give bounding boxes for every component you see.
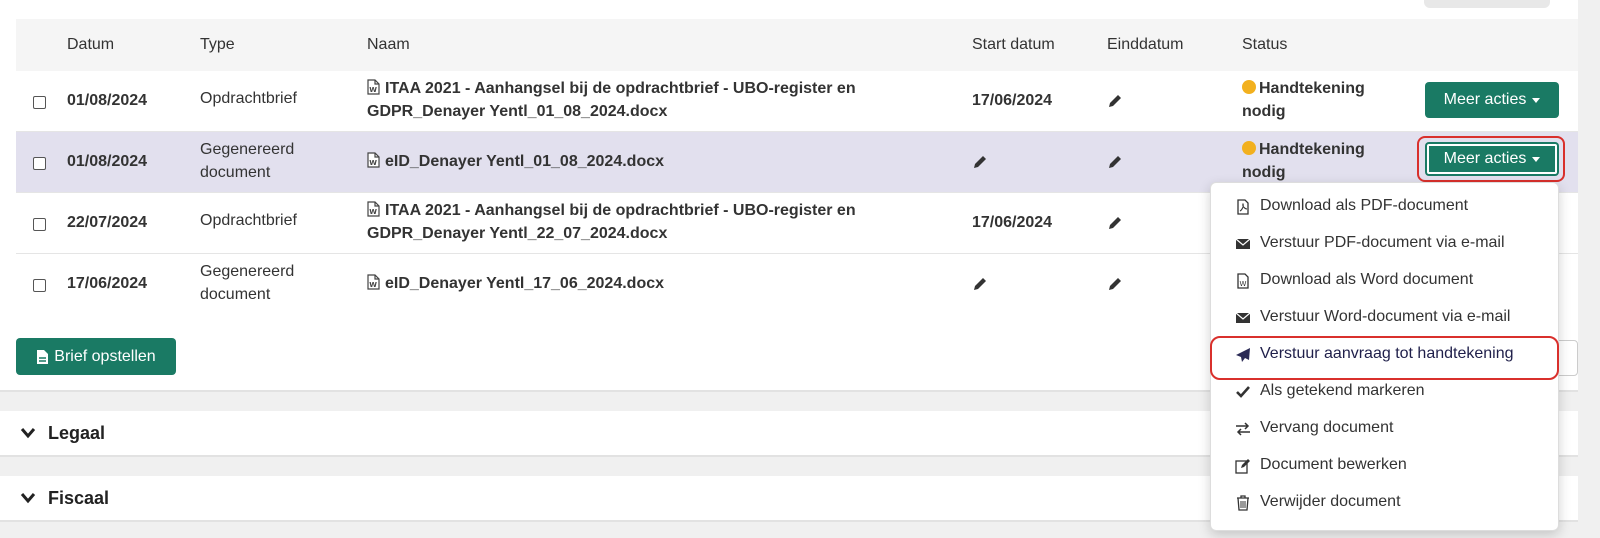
menu-item-download-pdf[interactable]: Download als PDF-document [1211, 189, 1558, 225]
envelope-icon [1235, 312, 1251, 323]
chevron-down-icon [20, 428, 36, 439]
row-type: Opdrachtbrief [200, 90, 297, 107]
menu-item-download-word[interactable]: W Download als Word document [1211, 263, 1558, 299]
table-row[interactable]: 01/08/2024 Opdrachtbrief W ITAA 2021 - Aa… [16, 71, 1578, 132]
row-datum: 22/07/2024 [67, 214, 148, 231]
menu-item-email-word[interactable]: Verstuur Word-document via e-mail [1211, 300, 1558, 336]
row-type: Gegenereerd document [200, 141, 295, 181]
word-file-icon: W [367, 79, 380, 95]
pdf-file-icon [1237, 199, 1249, 215]
row-naam[interactable]: W ITAA 2021 - Aanhangsel bij de opdrachtb… [367, 199, 947, 245]
header-datum[interactable]: Datum [67, 36, 114, 54]
check-icon [1236, 386, 1250, 398]
trash-icon [1237, 495, 1249, 511]
brief-opstellen-button[interactable]: Brief opstellen [16, 338, 176, 375]
row-checkbox[interactable] [33, 96, 46, 109]
menu-item-edit-document[interactable]: Document bewerken [1211, 448, 1558, 484]
row-type: Opdrachtbrief [200, 212, 297, 229]
menu-item-replace-document[interactable]: Vervang document [1211, 411, 1558, 447]
menu-item-email-pdf[interactable]: Verstuur PDF-document via e-mail [1211, 226, 1558, 262]
row-datum: 01/08/2024 [67, 153, 148, 170]
pencil-icon[interactable] [1107, 276, 1123, 292]
row-checkbox[interactable] [33, 157, 46, 170]
row-naam-line2: GDPR_Denayer Yentl_01_08_2024.docx [367, 103, 668, 120]
row-start-datum: 17/06/2024 [972, 92, 1053, 109]
row-naam[interactable]: W ITAA 2021 - Aanhangsel bij de opdrachtb… [367, 77, 947, 123]
top-button-fragment[interactable] [1424, 0, 1550, 8]
svg-text:W: W [369, 208, 377, 216]
caret-down-icon [1532, 97, 1541, 103]
row-datum: 01/08/2024 [67, 92, 148, 109]
meer-acties-button[interactable]: Meer acties [1425, 142, 1559, 176]
svg-text:W: W [1240, 280, 1247, 288]
meer-acties-button[interactable]: Meer acties [1425, 82, 1559, 118]
word-file-icon: W [367, 152, 380, 168]
chevron-down-icon [20, 493, 36, 504]
menu-item-delete-document[interactable]: Verwijder document [1211, 485, 1558, 521]
row-naam[interactable]: WeID_Denayer Yentl_01_08_2024.docx [367, 150, 664, 173]
row-naam-line1: ITAA 2021 - Aanhangsel bij de opdrachtbr… [385, 80, 856, 97]
header-einddatum[interactable]: Einddatum [1107, 36, 1184, 54]
row-datum: 17/06/2024 [67, 275, 148, 292]
pencil-icon[interactable] [972, 276, 988, 292]
row-checkbox[interactable] [33, 218, 46, 231]
file-icon [37, 349, 49, 364]
row-type: Gegenereerd document [200, 263, 295, 303]
status-badge: Handtekening nodig [1242, 141, 1365, 181]
status-dot-icon [1242, 80, 1256, 94]
row-checkbox[interactable] [33, 279, 46, 292]
header-status[interactable]: Status [1242, 36, 1287, 54]
pencil-icon[interactable] [1107, 154, 1123, 170]
status-dot-icon [1242, 141, 1256, 155]
section-title: Legaal [48, 423, 106, 443]
svg-text:W: W [369, 159, 377, 167]
word-file-icon: W [1237, 273, 1249, 289]
pencil-icon[interactable] [1107, 215, 1123, 231]
caret-down-icon [1532, 156, 1541, 162]
word-file-icon: W [367, 274, 380, 290]
annotation-highlight [1210, 336, 1559, 380]
edit-icon [1235, 459, 1250, 474]
row-naam[interactable]: WeID_Denayer Yentl_17_06_2024.docx [367, 272, 664, 295]
row-start-datum: 17/06/2024 [972, 214, 1053, 231]
header-start-datum[interactable]: Start datum [972, 36, 1055, 54]
pencil-icon[interactable] [972, 154, 988, 170]
svg-text:W: W [369, 281, 377, 289]
section-title: Fiscaal [48, 488, 110, 508]
svg-text:W: W [369, 86, 377, 94]
envelope-icon [1235, 238, 1251, 249]
table-header: Datum Type Naam Start datum Einddatum St… [16, 19, 1578, 71]
header-naam[interactable]: Naam [367, 36, 410, 54]
word-file-icon: W [367, 201, 380, 217]
pencil-icon[interactable] [1107, 93, 1123, 109]
header-type[interactable]: Type [200, 36, 235, 54]
exchange-icon [1236, 422, 1250, 436]
status-badge: Handtekening nodig [1242, 80, 1365, 120]
